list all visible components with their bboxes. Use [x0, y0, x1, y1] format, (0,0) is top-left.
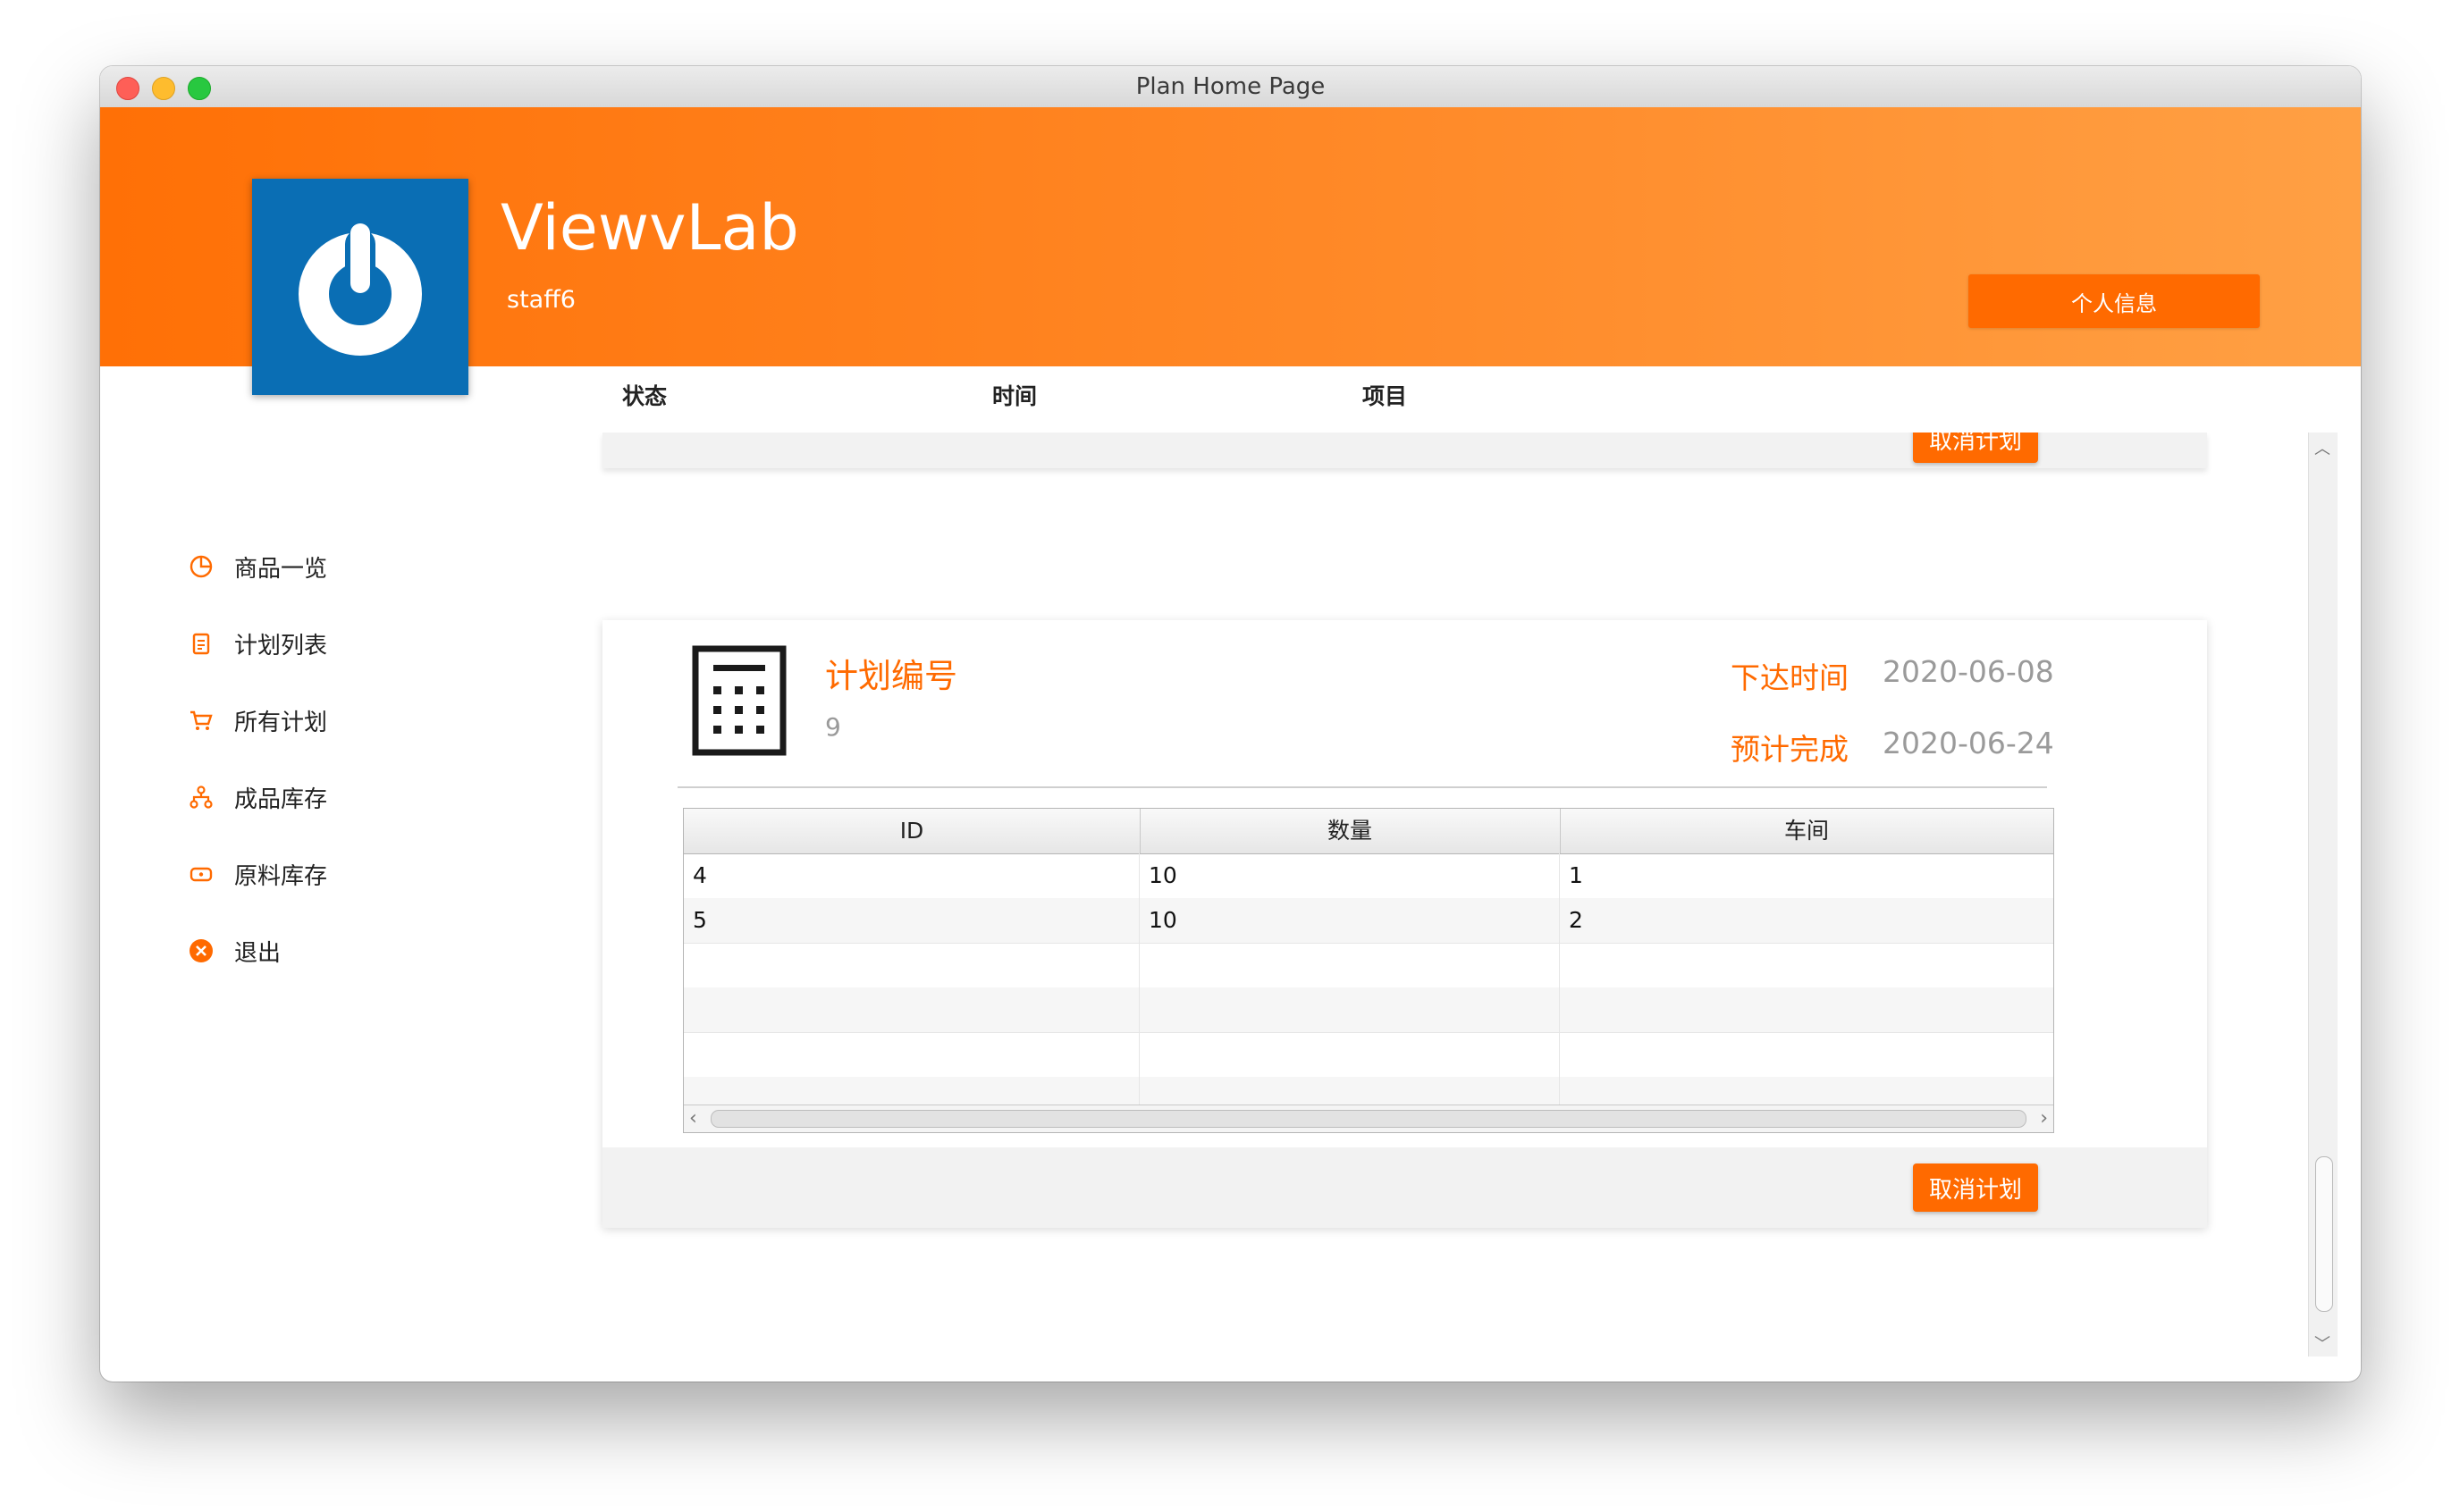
scroll-down-icon[interactable]: ﹀ [2314, 1331, 2330, 1355]
power-icon [299, 223, 422, 356]
cell-id: 4 [684, 853, 1140, 898]
cell-id: 5 [684, 898, 1140, 943]
table-header: ID 数量 车间 [684, 809, 2053, 854]
app-name: ViewvLab [501, 191, 799, 265]
scrollbar-thumb[interactable] [711, 1110, 2026, 1128]
cell-quantity: 10 [1140, 853, 1560, 898]
table-row-empty [684, 1032, 2053, 1078]
issue-time-label: 下达时间 [1731, 660, 1849, 695]
due-date-label: 预计完成 [1731, 732, 1849, 767]
plan-number-value: 9 [825, 712, 841, 742]
user-name: staff6 [507, 286, 576, 314]
app-window: Plan Home Page ViewvLab staff6 个人信息 状态 时… [100, 66, 2361, 1382]
column-header-quantity[interactable]: 数量 [1140, 809, 1561, 853]
cell-empty [1140, 943, 1560, 987]
cell-workshop: 1 [1569, 862, 1583, 888]
scroll-right-icon[interactable]: › [2040, 1105, 2048, 1132]
scrollbar-thumb[interactable] [2315, 1156, 2333, 1312]
due-date-value: 2020-06-24 [1883, 726, 2054, 760]
scroll-up-icon[interactable]: ︿ [2314, 436, 2330, 459]
cell-empty [1140, 1032, 1560, 1077]
plan-card: 计划编号 9 下达时间 2020-06-08 预计完成 2020-06-24 I… [602, 620, 2207, 1228]
cell-empty [684, 987, 1140, 1032]
scroll-left-icon[interactable]: ‹ [689, 1105, 697, 1132]
column-header-workshop[interactable]: 车间 [1560, 809, 2053, 853]
divider [678, 786, 2047, 788]
calculator-icon [692, 645, 787, 756]
plan-items-table[interactable]: ID 数量 车间 4 10 1 5 10 2 ‹ › [683, 808, 2054, 1133]
table-row[interactable]: 5 10 2 [684, 898, 2053, 944]
previous-plan-card-footer: 取消计划 [602, 433, 2207, 468]
cell-quantity: 10 [1140, 898, 1560, 943]
plan-list-scroll-area[interactable]: 取消计划 计划编号 9 下达时间 2020-06-08 预计完成 2020-06… [100, 433, 2308, 1362]
plan-number-label: 计划编号 [825, 657, 957, 695]
column-header-id[interactable]: ID [684, 809, 1141, 853]
app-logo [252, 179, 468, 395]
cell-empty [684, 1032, 1140, 1077]
table-row-empty [684, 987, 2053, 1033]
profile-button[interactable]: 个人信息 [1968, 274, 2260, 328]
cancel-plan-button[interactable]: 取消计划 [1913, 433, 2038, 463]
column-project: 项目 [1362, 383, 1408, 409]
title-bar: Plan Home Page [100, 66, 2361, 108]
issue-time-value: 2020-06-08 [1883, 654, 2054, 689]
window-title: Plan Home Page [1135, 73, 1326, 100]
vertical-scrollbar[interactable]: ︿ ﹀ [2308, 433, 2338, 1357]
cell-empty [684, 943, 1140, 987]
table-row-empty [684, 943, 2053, 988]
cell-empty [1140, 987, 1560, 1032]
column-time: 时间 [992, 383, 1038, 409]
table-horizontal-scrollbar[interactable]: ‹ › [684, 1105, 2053, 1132]
plan-card-footer: 取消计划 [602, 1147, 2207, 1228]
cancel-plan-button[interactable]: 取消计划 [1913, 1163, 2038, 1212]
table-row[interactable]: 4 10 1 [684, 853, 2053, 899]
cell-workshop: 2 [1569, 907, 1583, 933]
column-status: 状态 [622, 383, 668, 409]
